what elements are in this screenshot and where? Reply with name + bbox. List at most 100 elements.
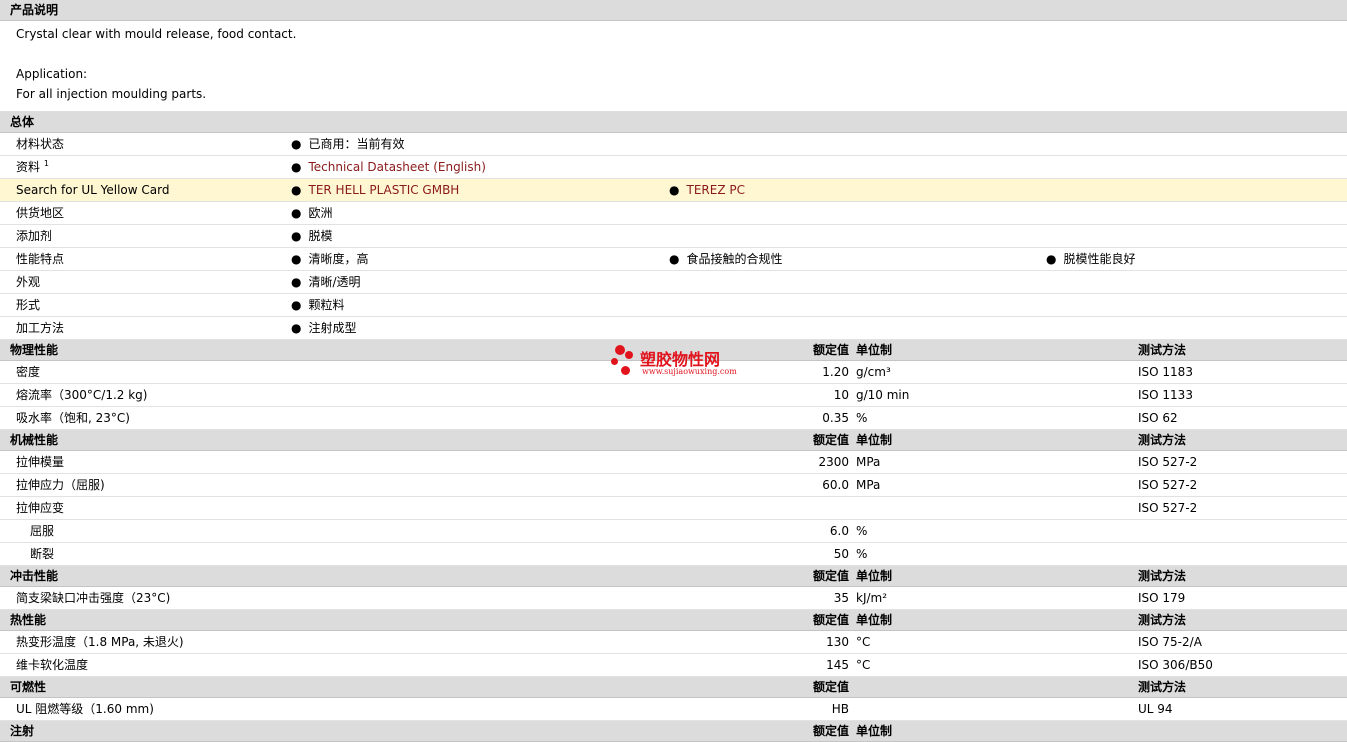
- section-header-description: 产品说明: [0, 0, 1347, 21]
- row-item: ● Technical Datasheet (English): [291, 156, 486, 178]
- col-header-value: 额定值: [812, 433, 849, 447]
- row-label: 资料 1: [16, 159, 49, 175]
- row-label: 材料状态: [16, 137, 65, 151]
- section-header-general: 总体: [0, 112, 1347, 133]
- bullet-icon: ●: [291, 137, 302, 151]
- row-label: 性能特点: [16, 252, 65, 266]
- property-value: HB: [831, 702, 849, 716]
- row-label: 加工方法: [16, 321, 65, 335]
- property-row: 拉伸应力（屈服) 60.0 MPa ISO 527-2: [0, 474, 1347, 497]
- property-value: 130: [826, 635, 849, 649]
- row-label: 形式: [16, 298, 41, 312]
- ul-card-link[interactable]: TER HELL PLASTIC GMBH: [308, 183, 459, 197]
- general-row-status: 材料状态 ● 已商用：当前有效: [0, 133, 1347, 156]
- property-unit: MPa: [856, 455, 881, 469]
- col-header-unit: 单位制: [856, 724, 893, 738]
- property-row: 简支梁缺口冲击强度（23°C) 35 kJ/m² ISO 179: [0, 587, 1347, 610]
- bullet-icon: ●: [291, 252, 302, 266]
- property-value: 6.0: [829, 524, 849, 538]
- property-label: 密度: [16, 365, 41, 379]
- property-unit: g/cm³: [856, 365, 891, 379]
- property-row: 拉伸模量 2300 MPa ISO 527-2: [0, 451, 1347, 474]
- property-method: ISO 1133: [1138, 388, 1193, 402]
- property-subrow: 断裂 50 %: [0, 543, 1347, 566]
- property-row: 吸水率（饱和, 23°C) 0.35 % ISO 62: [0, 407, 1347, 430]
- property-value: 2300: [818, 455, 849, 469]
- property-method: ISO 62: [1138, 411, 1178, 425]
- general-row-processing: 加工方法 ● 注射成型: [0, 317, 1347, 340]
- property-label: 热变形温度（1.8 MPa, 未退火): [16, 635, 184, 649]
- property-method: ISO 179: [1138, 591, 1186, 605]
- general-row-datasheet: 资料 1 ● Technical Datasheet (English): [0, 156, 1347, 179]
- section-header-thermal: 热性能 额定值 单位制 测试方法: [0, 610, 1347, 631]
- general-row-additive: 添加剂 ● 脱模: [0, 225, 1347, 248]
- product-description: Crystal clear with mould release, food c…: [0, 21, 1347, 112]
- col-header-value: 额定值: [812, 680, 849, 694]
- row-label: 添加剂: [16, 229, 53, 243]
- property-label: 拉伸应力（屈服): [16, 478, 105, 492]
- description-line: Application:: [16, 67, 88, 81]
- row-item: ● TEREZ PC: [669, 179, 745, 201]
- property-method: ISO 527-2: [1138, 478, 1198, 492]
- property-unit: %: [856, 547, 868, 561]
- bullet-icon: ●: [1046, 252, 1057, 266]
- property-method: ISO 527-2: [1138, 501, 1198, 515]
- section-title: 热性能: [10, 613, 47, 627]
- property-unit: %: [856, 411, 868, 425]
- section-title: 产品说明: [10, 3, 59, 17]
- row-item: ● TER HELL PLASTIC GMBH: [291, 179, 459, 201]
- property-value: 50: [833, 547, 849, 561]
- property-method: ISO 527-2: [1138, 455, 1198, 469]
- row-item: ● 食品接触的合规性: [669, 248, 783, 270]
- property-row: 热变形温度（1.8 MPa, 未退火) 130 °C ISO 75-2/A: [0, 631, 1347, 654]
- bullet-icon: ●: [291, 275, 302, 289]
- bullet-icon: ●: [291, 229, 302, 243]
- bullet-icon: ●: [291, 160, 302, 174]
- col-header-method: 测试方法: [1138, 569, 1187, 583]
- logo-dot-icon: [625, 351, 633, 359]
- row-item: ● 已商用：当前有效: [291, 133, 405, 155]
- property-label: UL 阻燃等级（1.60 mm): [16, 702, 154, 716]
- section-title: 可燃性: [10, 680, 47, 694]
- bullet-icon: ●: [669, 183, 680, 197]
- col-header-value: 额定值: [812, 724, 849, 738]
- row-label: 外观: [16, 275, 41, 289]
- datasheet-link[interactable]: Technical Datasheet (English): [308, 160, 485, 174]
- property-row: 拉伸应变 ISO 527-2: [0, 497, 1347, 520]
- row-item: ● 清晰/透明: [291, 271, 361, 293]
- col-header-method: 测试方法: [1138, 613, 1187, 627]
- col-header-unit: 单位制: [856, 569, 893, 583]
- row-item: ● 脱模性能良好: [1046, 248, 1136, 270]
- description-gap: [16, 44, 1331, 64]
- general-row-ul-yellow-card: Search for UL Yellow Card ● TER HELL PLAS…: [0, 179, 1347, 202]
- row-item: ● 脱模: [291, 225, 333, 247]
- property-row: 熔流率（300°C/1.2 kg) 10 g/10 min ISO 1133: [0, 384, 1347, 407]
- logo-dot-icon: [615, 345, 625, 355]
- property-method: ISO 306/B50: [1138, 658, 1213, 672]
- section-title: 机械性能: [10, 433, 59, 447]
- row-item: ● 注射成型: [291, 317, 357, 339]
- logo-dot-icon: [611, 358, 618, 365]
- property-value: 1.20: [822, 365, 849, 379]
- property-value: 10: [833, 388, 849, 402]
- section-header-injection: 注射 额定值 单位制: [0, 721, 1347, 742]
- row-item: ● 清晰度，高: [291, 248, 369, 270]
- bullet-icon: ●: [291, 183, 302, 197]
- section-title: 物理性能: [10, 343, 59, 357]
- col-header-value: 额定值: [812, 343, 849, 357]
- watermark-logo: 塑胶物性网 www.sujiaowuxing.com: [610, 345, 750, 381]
- col-header-method: 测试方法: [1138, 680, 1187, 694]
- col-header-unit: 单位制: [856, 343, 893, 357]
- property-label: 断裂: [30, 547, 55, 561]
- general-row-appearance: 外观 ● 清晰/透明: [0, 271, 1347, 294]
- general-row-features: 性能特点 ● 清晰度，高 ● 食品接触的合规性 ● 脱模性能良好: [0, 248, 1347, 271]
- property-label: 熔流率（300°C/1.2 kg): [16, 388, 148, 402]
- section-header-flammability: 可燃性 额定值 测试方法: [0, 677, 1347, 698]
- property-unit: %: [856, 524, 868, 538]
- property-value: 145: [826, 658, 849, 672]
- ul-card-link[interactable]: TEREZ PC: [686, 183, 744, 197]
- property-unit: °C: [856, 658, 871, 672]
- col-header-method: 测试方法: [1138, 343, 1187, 357]
- property-label: 拉伸应变: [16, 501, 65, 515]
- description-line: Crystal clear with mould release, food c…: [16, 27, 297, 41]
